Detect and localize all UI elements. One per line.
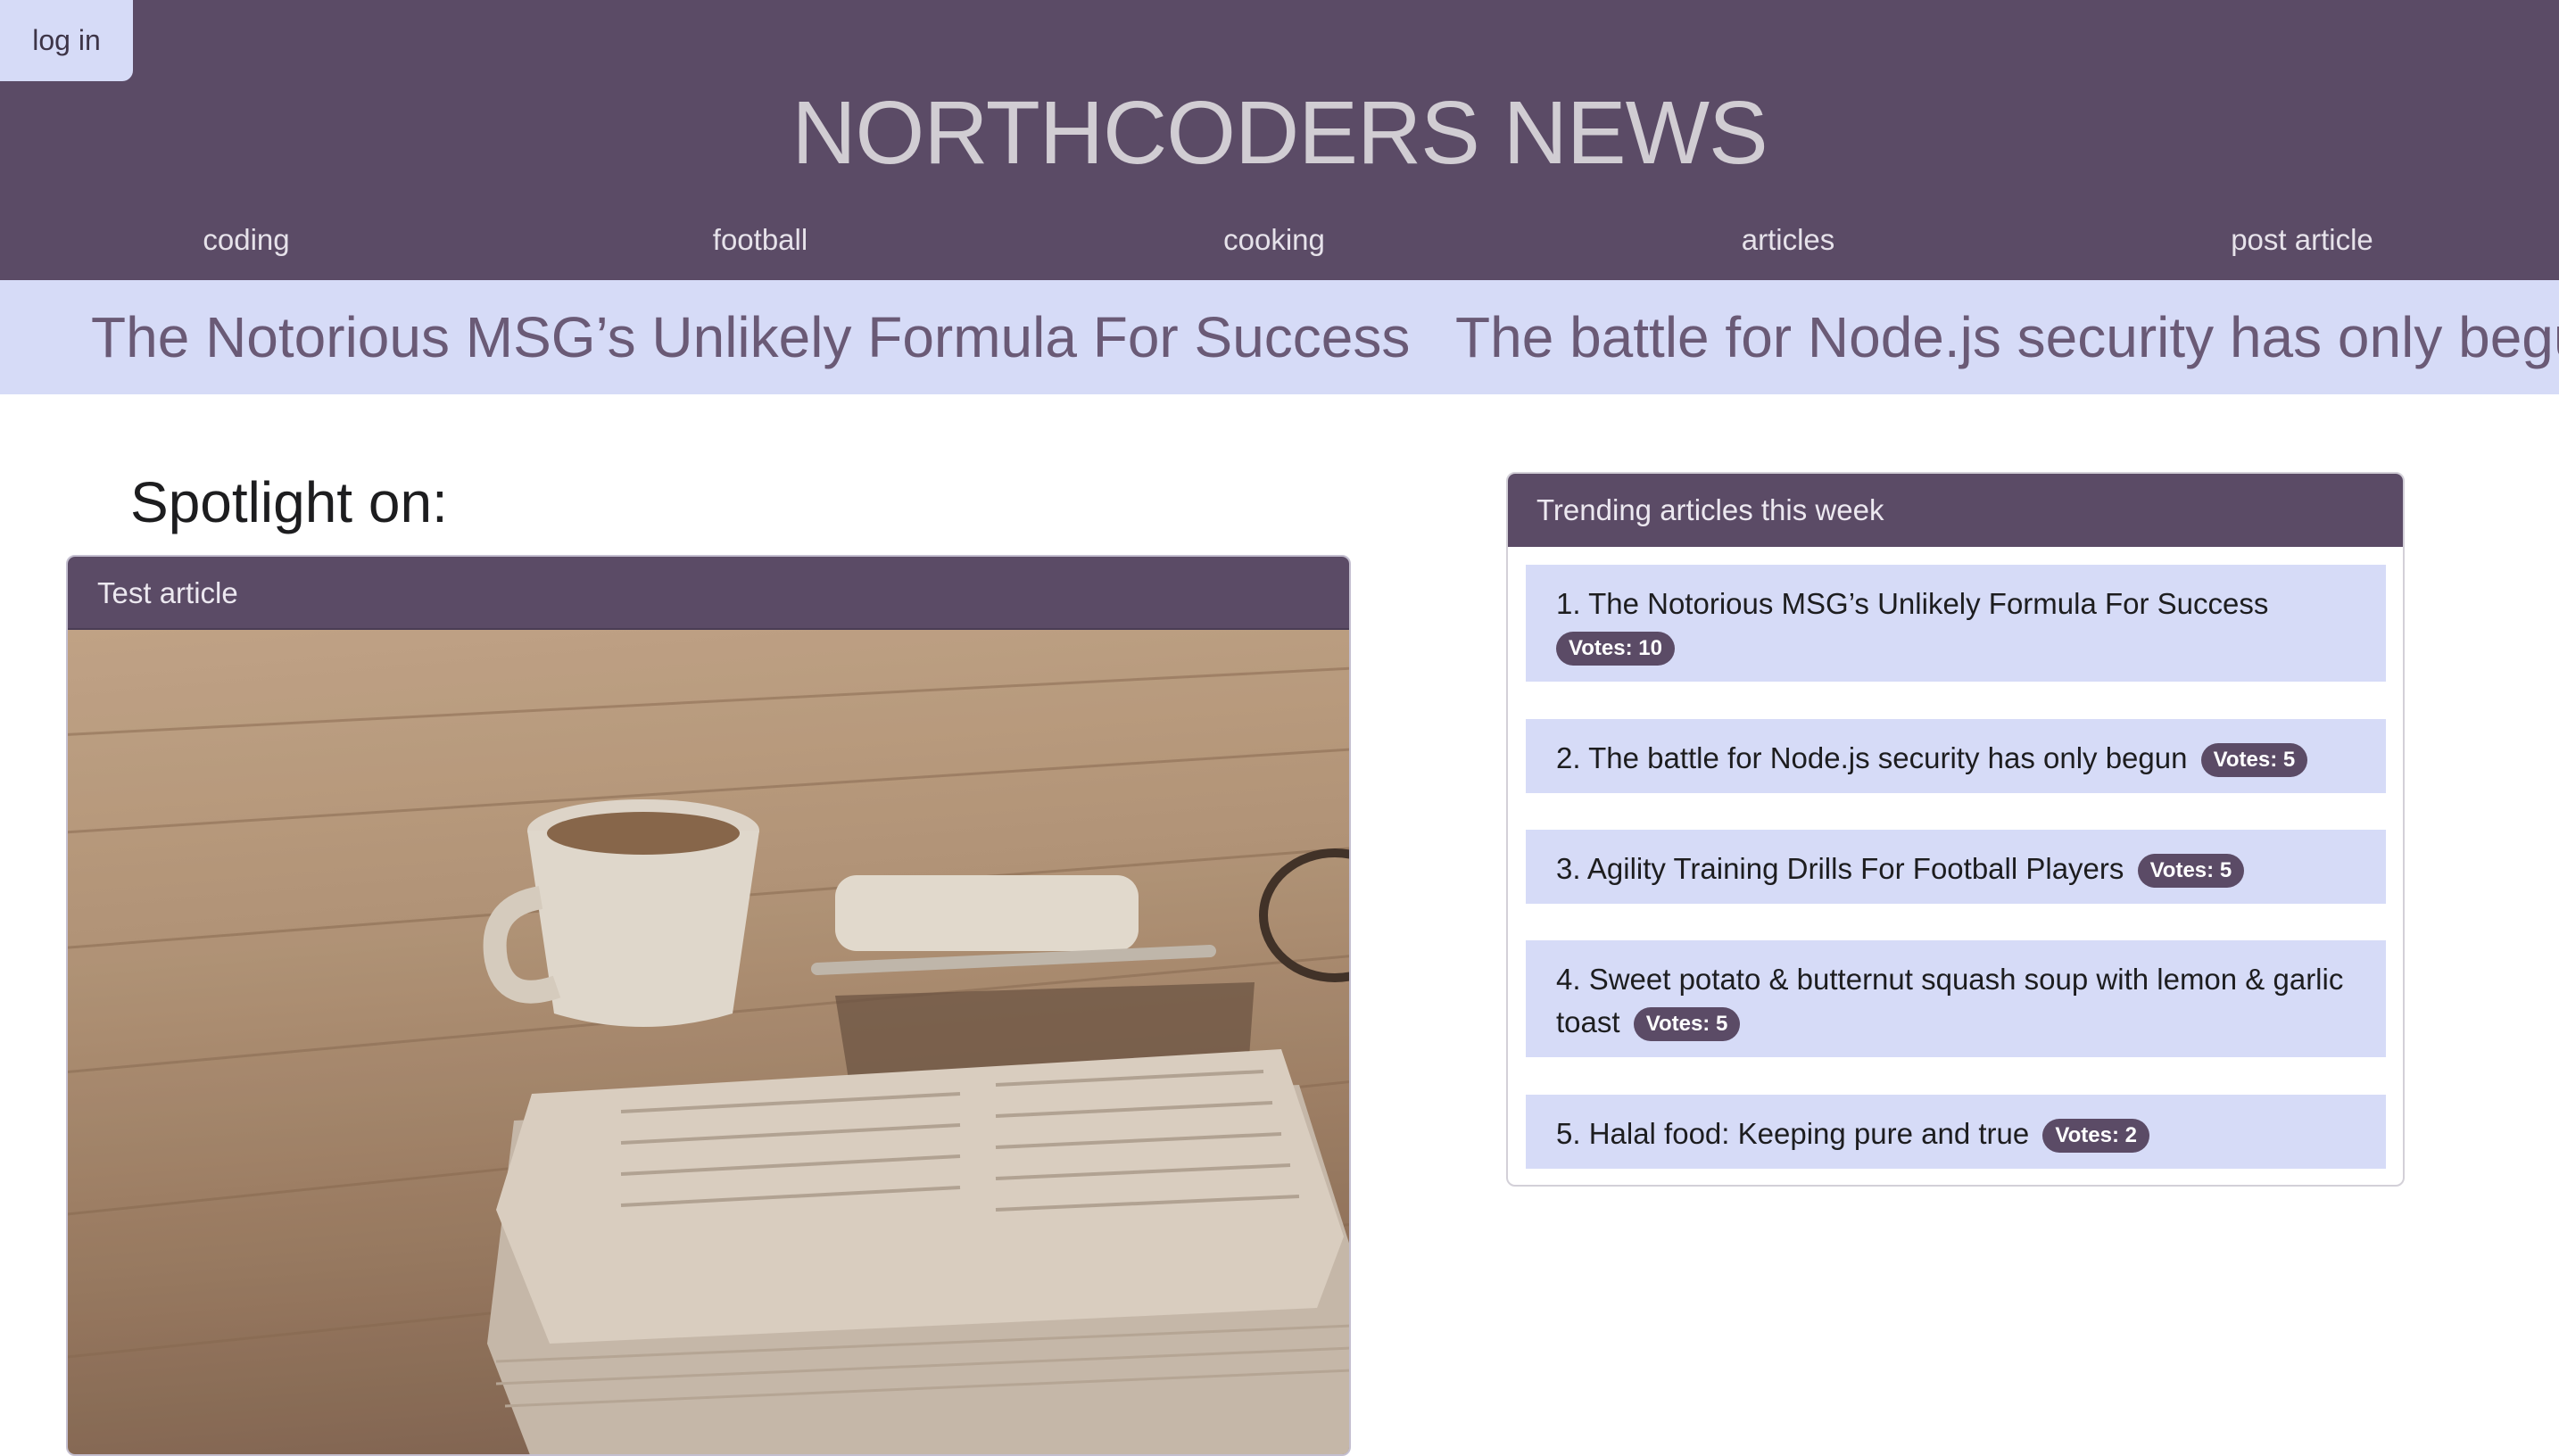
trending-heading: Trending articles this week xyxy=(1508,474,2403,547)
trending-item-4[interactable]: 4. Sweet potato & butternut squash soup … xyxy=(1526,940,2386,1057)
nav-link-post-article[interactable]: post article xyxy=(2124,212,2480,268)
topic-nav: coding football cooking articles post ar… xyxy=(0,212,2559,268)
trending-item-title[interactable]: 1. The Notorious MSG’s Unlikely Formula … xyxy=(1556,587,2268,620)
spotlight-article-card[interactable]: Test article xyxy=(66,555,1351,1456)
votes-badge: Votes: 5 xyxy=(2200,743,2308,778)
trending-item-5[interactable]: 5. Halal food: Keeping pure and true Vot… xyxy=(1526,1095,2386,1169)
ticker-headline[interactable]: The Notorious MSG’s Unlikely Formula For… xyxy=(91,280,1410,394)
newspaper-coffee-photo-illustration xyxy=(68,630,1349,1454)
headline-ticker: The Notorious MSG’s Unlikely Formula For… xyxy=(0,280,2559,394)
trending-item-title[interactable]: 3. Agility Training Drills For Football … xyxy=(1556,852,2124,885)
login-button[interactable]: log in xyxy=(0,0,133,81)
trending-articles-card: Trending articles this week 1. The Notor… xyxy=(1506,472,2405,1187)
nav-link-articles[interactable]: articles xyxy=(1610,212,1967,268)
spotlight-heading: Spotlight on: xyxy=(130,470,448,534)
votes-badge: Votes: 5 xyxy=(1633,1007,1741,1042)
site-title[interactable]: NORTHCODERS NEWS xyxy=(0,82,2559,185)
trending-item-3[interactable]: 3. Agility Training Drills For Football … xyxy=(1526,830,2386,904)
trending-item-title[interactable]: 5. Halal food: Keeping pure and true xyxy=(1556,1117,2029,1150)
votes-badge: Votes: 10 xyxy=(1556,632,1675,666)
nav-link-cooking[interactable]: cooking xyxy=(1096,212,1453,268)
newspaper-coffee-photo xyxy=(68,630,1349,1454)
trending-item-1[interactable]: 1. The Notorious MSG’s Unlikely Formula … xyxy=(1526,565,2386,682)
votes-badge: Votes: 5 xyxy=(2137,854,2245,889)
trending-item-title[interactable]: 2. The battle for Node.js security has o… xyxy=(1556,741,2187,774)
spotlight-article-title[interactable]: Test article xyxy=(68,557,1349,630)
nav-link-football[interactable]: football xyxy=(582,212,939,268)
site-header: log in NORTHCODERS NEWS coding football … xyxy=(0,0,2559,280)
ticker-headline[interactable]: The battle for Node.js security has only… xyxy=(1455,280,2559,394)
nav-link-coding[interactable]: coding xyxy=(68,212,425,268)
trending-item-2[interactable]: 2. The battle for Node.js security has o… xyxy=(1526,719,2386,793)
votes-badge: Votes: 2 xyxy=(2042,1119,2149,1154)
